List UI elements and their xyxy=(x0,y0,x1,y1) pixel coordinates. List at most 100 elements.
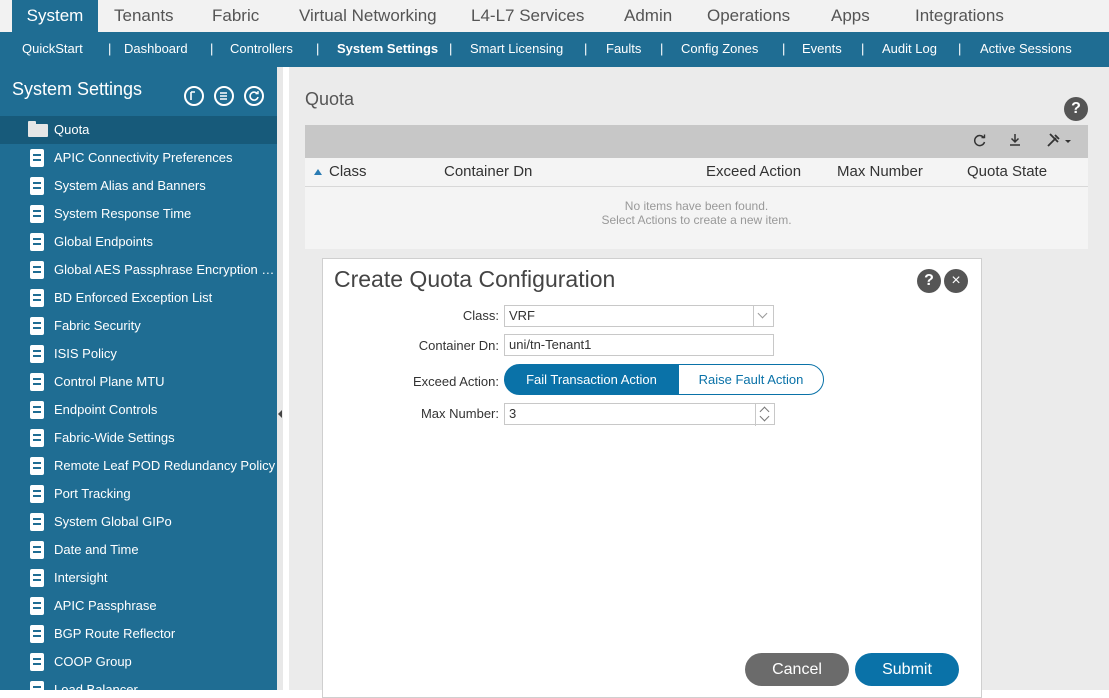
sidebar-item-coop-group[interactable]: COOP Group xyxy=(0,648,277,676)
column-header-exceed-action[interactable]: Exceed Action xyxy=(706,158,801,186)
sidebar-item-global-endpoints[interactable]: Global Endpoints xyxy=(0,228,277,256)
sidebar-item-remote-leaf-pod-redundancy[interactable]: Remote Leaf POD Redundancy Policy xyxy=(0,452,277,480)
sidebar-item-date-and-time[interactable]: Date and Time xyxy=(0,536,277,564)
refresh-icon[interactable] xyxy=(972,131,988,154)
column-header-class[interactable]: Class xyxy=(329,158,367,186)
close-icon[interactable]: × xyxy=(944,269,968,293)
stepper-buttons[interactable] xyxy=(755,404,774,426)
empty-line-1: No items have been found. xyxy=(624,199,769,213)
sidebar-item-apic-passphrase[interactable]: APIC Passphrase xyxy=(0,592,277,620)
sort-ascending-icon[interactable] xyxy=(314,169,322,175)
sidebar-item-label: Port Tracking xyxy=(54,486,131,501)
sidebar-item-global-aes-passphrase[interactable]: Global AES Passphrase Encryption Setting… xyxy=(0,256,277,284)
subnav-separator: | xyxy=(958,41,962,56)
container-dn-input[interactable]: uni/tn-Tenant1 xyxy=(504,334,774,356)
sidebar-item-isis-policy[interactable]: ISIS Policy xyxy=(0,340,277,368)
subnav-smart-licensing[interactable]: Smart Licensing xyxy=(470,32,563,67)
sidebar-item-label: Remote Leaf POD Redundancy Policy xyxy=(54,458,276,473)
sidebar-item-intersight[interactable]: Intersight xyxy=(0,564,277,592)
help-icon[interactable]: ? xyxy=(1064,97,1088,121)
document-icon xyxy=(30,261,44,279)
subnav-separator: | xyxy=(316,41,320,56)
sidebar-item-label: Intersight xyxy=(54,570,108,585)
download-icon[interactable] xyxy=(1007,131,1023,154)
column-header-quota-state[interactable]: Quota State xyxy=(967,158,1047,186)
tab-l4-l7-services[interactable]: L4-L7 Services xyxy=(471,0,584,32)
sidebar-item-endpoint-controls[interactable]: Endpoint Controls xyxy=(0,396,277,424)
sidebar-item-label: System Global GIPo xyxy=(54,514,172,529)
raise-fault-action-button[interactable]: Raise Fault Action xyxy=(678,364,824,395)
table-header: Class Container Dn Exceed Action Max Num… xyxy=(305,158,1088,187)
document-icon xyxy=(30,653,44,671)
document-icon xyxy=(30,345,44,363)
list-icon[interactable] xyxy=(214,86,234,106)
subnav-config-zones[interactable]: Config Zones xyxy=(681,32,758,67)
tab-apps[interactable]: Apps xyxy=(831,0,870,32)
max-number-stepper[interactable]: 3 xyxy=(504,403,775,426)
collapse-arrow-icon[interactable] xyxy=(278,410,282,418)
subnav-separator: | xyxy=(210,41,214,56)
subnav-quickstart[interactable]: QuickStart xyxy=(22,32,83,67)
max-number-value: 3 xyxy=(509,406,517,421)
max-number-label: Max Number: xyxy=(420,406,499,421)
cancel-button[interactable]: Cancel xyxy=(745,653,849,686)
fail-transaction-action-button[interactable]: Fail Transaction Action xyxy=(504,364,679,395)
sidebar-item-fabric-wide-settings[interactable]: Fabric-Wide Settings xyxy=(0,424,277,452)
submit-button[interactable]: Submit xyxy=(855,653,959,686)
sidebar-item-port-tracking[interactable]: Port Tracking xyxy=(0,480,277,508)
class-select[interactable]: VRF xyxy=(504,305,774,327)
document-icon xyxy=(30,401,44,419)
container-dn-label: Container Dn: xyxy=(418,338,499,353)
sidebar-item-fabric-security[interactable]: Fabric Security xyxy=(0,312,277,340)
sidebar-resize-handle[interactable] xyxy=(277,67,283,690)
sidebar-item-apic-connectivity-preferences[interactable]: APIC Connectivity Preferences xyxy=(0,144,277,172)
chevron-down-icon[interactable] xyxy=(759,411,770,422)
sidebar-item-bd-enforced-exception-list[interactable]: BD Enforced Exception List xyxy=(0,284,277,312)
collapse-icon[interactable] xyxy=(184,86,204,106)
sidebar-item-label: Endpoint Controls xyxy=(54,402,158,417)
subnav-separator: | xyxy=(861,41,865,56)
sidebar-item-system-alias-and-banners[interactable]: System Alias and Banners xyxy=(0,172,277,200)
sidebar-item-system-response-time[interactable]: System Response Time xyxy=(0,200,277,228)
tab-operations[interactable]: Operations xyxy=(707,0,790,32)
document-icon xyxy=(30,569,44,587)
tools-icon[interactable] xyxy=(1045,131,1075,154)
help-icon[interactable]: ? xyxy=(917,269,941,293)
tab-admin[interactable]: Admin xyxy=(624,0,672,32)
subnav-dashboard[interactable]: Dashboard xyxy=(124,32,188,67)
sidebar-item-quota[interactable]: Quota xyxy=(0,116,277,144)
sidebar-item-system-global-gipo[interactable]: System Global GIPo xyxy=(0,508,277,536)
chevron-down-icon[interactable] xyxy=(753,306,773,326)
tab-integrations[interactable]: Integrations xyxy=(915,0,1004,32)
subnav-system-settings[interactable]: System Settings xyxy=(337,32,438,67)
document-icon xyxy=(30,373,44,391)
sub-nav: QuickStart | Dashboard | Controllers | S… xyxy=(0,32,1109,67)
sidebar-item-label: COOP Group xyxy=(54,654,132,669)
tab-fabric[interactable]: Fabric xyxy=(212,0,259,32)
subnav-controllers[interactable]: Controllers xyxy=(230,32,293,67)
document-icon xyxy=(30,625,44,643)
sidebar-item-label: APIC Connectivity Preferences xyxy=(54,150,233,165)
document-icon xyxy=(30,205,44,223)
tab-tenants[interactable]: Tenants xyxy=(114,0,174,32)
page-title: Quota xyxy=(305,89,355,109)
sidebar-item-label: ISIS Policy xyxy=(54,346,117,361)
sidebar-item-load-balancer[interactable]: Load Balancer xyxy=(0,676,277,690)
tab-virtual-networking[interactable]: Virtual Networking xyxy=(299,0,437,32)
sidebar: System Settings Quota APIC Connectivity … xyxy=(0,67,277,690)
sidebar-item-control-plane-mtu[interactable]: Control Plane MTU xyxy=(0,368,277,396)
subnav-events[interactable]: Events xyxy=(802,32,842,67)
subnav-separator: | xyxy=(660,41,664,56)
document-icon xyxy=(30,541,44,559)
sidebar-item-label: Fabric-Wide Settings xyxy=(54,430,175,445)
tab-system[interactable]: System xyxy=(12,0,98,32)
sidebar-item-bgp-route-reflector[interactable]: BGP Route Reflector xyxy=(0,620,277,648)
container-dn-value: uni/tn-Tenant1 xyxy=(509,337,592,352)
subnav-active-sessions[interactable]: Active Sessions xyxy=(980,32,1072,67)
refresh-icon[interactable] xyxy=(244,86,264,106)
subnav-audit-log[interactable]: Audit Log xyxy=(882,32,937,67)
sidebar-item-label: Global AES Passphrase Encryption Setting… xyxy=(54,262,276,277)
column-header-max-number[interactable]: Max Number xyxy=(837,158,923,186)
subnav-faults[interactable]: Faults xyxy=(606,32,641,67)
column-header-container-dn[interactable]: Container Dn xyxy=(444,158,532,186)
